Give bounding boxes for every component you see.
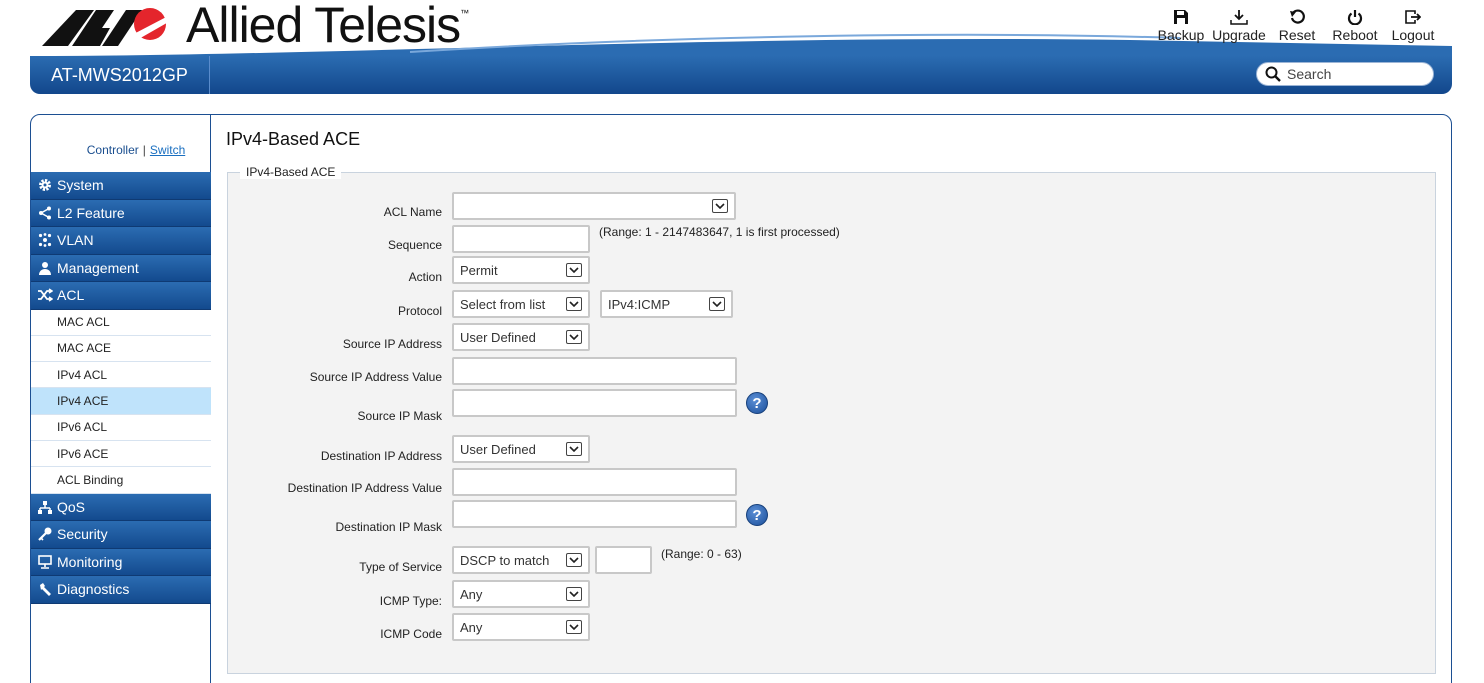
- user-icon: [35, 260, 55, 276]
- destination-ip-value-label: Destination IP Address Value: [287, 481, 442, 495]
- action-select[interactable]: Permit: [452, 256, 590, 284]
- reset-button[interactable]: Reset: [1268, 6, 1326, 43]
- sidebar-item-diagnostics[interactable]: Diagnostics: [31, 576, 211, 604]
- source-ip-value-label: Source IP Address Value: [309, 370, 442, 384]
- search-input[interactable]: [1287, 66, 1417, 82]
- source-ip-mask-input[interactable]: [452, 389, 737, 417]
- logo-mark-icon: [42, 8, 172, 46]
- shuffle-icon: [35, 287, 55, 303]
- page-title: IPv4-Based ACE: [226, 129, 361, 149]
- device-model: AT-MWS2012GP: [30, 56, 210, 94]
- ace-form: IPv4-Based ACE ACL Name Sequence (Range:…: [227, 165, 1436, 674]
- sidebar-item-acl[interactable]: ACL: [31, 282, 211, 310]
- help-icon[interactable]: ?: [746, 392, 768, 414]
- sidebar-item-qos[interactable]: QoS: [31, 493, 211, 522]
- gear-icon: [35, 177, 55, 193]
- sequence-label: Sequence: [387, 238, 442, 252]
- icmp-code-label: ICMP Code: [380, 627, 442, 641]
- sidebar-subitem-mac-acl[interactable]: MAC ACL: [31, 309, 211, 336]
- brand-name: Allied Telesis™: [186, 0, 469, 53]
- protocol-type-select[interactable]: IPv4:ICMP: [600, 290, 733, 318]
- destination-ip-mask-label: Destination IP Mask: [335, 520, 443, 534]
- source-ip-label: Source IP Address: [342, 337, 442, 351]
- switch-link[interactable]: Switch: [150, 143, 185, 157]
- sequence-range-hint: (Range: 1 - 2147483647, 1 is first proce…: [599, 225, 840, 239]
- monitor-icon: [35, 554, 55, 570]
- sidebar-subitem-ipv6-ace[interactable]: IPv6 ACE: [31, 440, 211, 468]
- chevron-down-icon: [566, 330, 582, 344]
- reset-icon: [1289, 6, 1305, 28]
- save-icon: [1173, 6, 1189, 28]
- sidebar-item-system[interactable]: System: [31, 172, 211, 200]
- chevron-down-icon: [566, 442, 582, 456]
- sidebar-item-l2-feature[interactable]: L2 Feature: [31, 199, 211, 227]
- search-icon: [1265, 66, 1281, 82]
- logo: Allied Telesis™: [40, 0, 500, 56]
- icmp-type-label: ICMP Type:: [379, 594, 442, 608]
- controller-link[interactable]: Controller: [87, 143, 139, 157]
- sidebar-subitem-ipv4-ace[interactable]: IPv4 ACE: [31, 388, 211, 415]
- icmp-type-select[interactable]: Any: [452, 580, 590, 608]
- chevron-down-icon: [566, 587, 582, 601]
- header: Allied Telesis™ Backup Upgrade Reset Reb…: [30, 0, 1452, 95]
- tos-select[interactable]: DSCP to match: [452, 546, 590, 574]
- wrench-icon: [35, 581, 55, 597]
- mode-switcher: Controller | Switch: [86, 143, 186, 157]
- reboot-button[interactable]: Reboot: [1326, 6, 1384, 43]
- destination-ip-label: Destination IP Address: [320, 449, 442, 463]
- toolbar: Backup Upgrade Reset Reboot Logout: [1152, 6, 1442, 43]
- sidebar-subitem-ipv6-acl[interactable]: IPv6 ACL: [31, 414, 211, 441]
- backup-button[interactable]: Backup: [1152, 6, 1210, 43]
- help-icon[interactable]: ?: [746, 504, 768, 526]
- icmp-code-select[interactable]: Any: [452, 613, 590, 641]
- logout-icon: [1405, 6, 1421, 28]
- main-frame: Controller | Switch System L2 Feature VLAN…: [30, 114, 1452, 683]
- sidebar-menu: System L2 Feature VLAN Management ACL MA…: [31, 172, 211, 604]
- form-legend: IPv4-Based ACE: [240, 165, 342, 179]
- source-ip-select[interactable]: User Defined: [452, 323, 590, 351]
- logout-button[interactable]: Logout: [1384, 6, 1442, 43]
- chevron-down-icon: [709, 297, 725, 311]
- destination-ip-value-input[interactable]: [452, 468, 737, 496]
- sequence-input[interactable]: [452, 225, 590, 253]
- top-navbar: AT-MWS2012GP: [30, 56, 1452, 94]
- destination-ip-mask-input[interactable]: [452, 500, 737, 528]
- sidebar-subitem-acl-binding[interactable]: ACL Binding: [31, 467, 211, 494]
- action-label: Action: [408, 270, 442, 284]
- chevron-down-icon: [566, 297, 582, 311]
- sidebar-item-management[interactable]: Management: [31, 254, 211, 282]
- destination-ip-select[interactable]: User Defined: [452, 435, 590, 463]
- acl-name-label: ACL Name: [383, 205, 442, 219]
- dscp-value-input[interactable]: [595, 546, 652, 574]
- sidebar-item-security[interactable]: Security: [31, 521, 211, 549]
- chevron-down-icon: [566, 620, 582, 634]
- share-icon: [35, 205, 55, 221]
- upgrade-button[interactable]: Upgrade: [1210, 6, 1268, 43]
- chevron-down-icon: [712, 199, 728, 213]
- sidebar-item-vlan[interactable]: VLAN: [31, 227, 211, 255]
- download-icon: [1230, 6, 1248, 28]
- qos-icon: [35, 499, 55, 515]
- sidebar-item-monitoring[interactable]: Monitoring: [31, 548, 211, 577]
- source-ip-value-input[interactable]: [452, 357, 737, 385]
- power-icon: [1347, 6, 1363, 28]
- protocol-select[interactable]: Select from list: [452, 290, 590, 318]
- chevron-down-icon: [566, 263, 582, 277]
- dscp-range-hint: (Range: 0 - 63): [661, 547, 742, 561]
- vlan-icon: [35, 232, 55, 248]
- chevron-down-icon: [566, 553, 582, 567]
- search-box[interactable]: [1256, 62, 1434, 86]
- tos-label: Type of Service: [359, 560, 442, 574]
- key-icon: [35, 526, 55, 542]
- sidebar-subitem-ipv4-acl[interactable]: IPv4 ACL: [31, 362, 211, 389]
- protocol-label: Protocol: [397, 304, 442, 318]
- source-ip-mask-label: Source IP Mask: [357, 409, 442, 423]
- sidebar: Controller | Switch System L2 Feature VLAN…: [31, 115, 211, 683]
- sidebar-subitem-mac-ace[interactable]: MAC ACE: [31, 335, 211, 363]
- acl-name-select[interactable]: [452, 192, 736, 220]
